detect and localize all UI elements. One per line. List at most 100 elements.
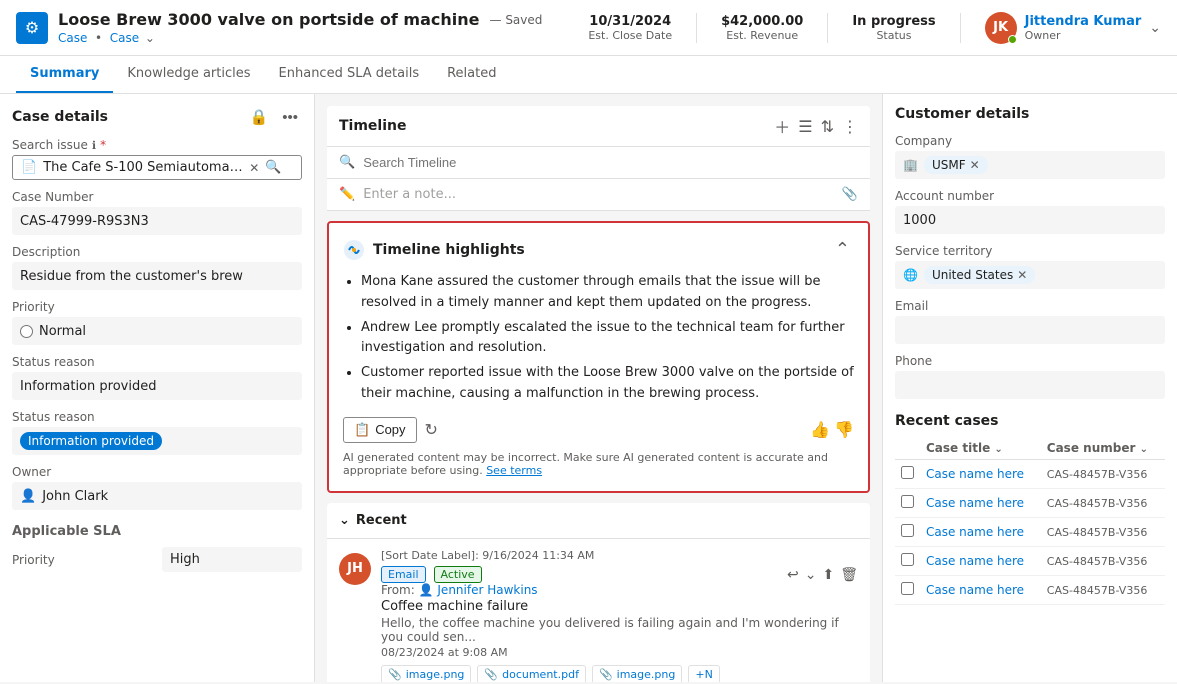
highlights-header: Timeline highlights ⌃ — [343, 237, 854, 262]
attachment-1[interactable]: 📎 image.png — [381, 665, 471, 682]
panel-actions: 🔒 ••• — [246, 106, 302, 128]
service-territory-label: Service territory — [895, 244, 1165, 258]
footer-left-actions: 📋 Copy ↻ — [343, 417, 438, 443]
status-reason-label: Status reason — [12, 355, 302, 369]
breadcrumb-case2[interactable]: Case — [110, 31, 139, 45]
copy-button[interactable]: 📋 Copy — [343, 417, 417, 443]
reply-chevron-button[interactable]: ⌄ — [805, 566, 817, 583]
attachment-3[interactable]: 📎 image.png — [592, 665, 682, 682]
tab-related[interactable]: Related — [433, 56, 510, 93]
reply-icon-button[interactable]: ↩ — [787, 566, 799, 583]
breadcrumb-chevron[interactable]: ⌄ — [145, 31, 155, 45]
cases-number-col: Case number ⌄ — [1041, 437, 1165, 460]
nav-tabs: Summary Knowledge articles Enhanced SLA … — [0, 56, 1177, 94]
priority-field: Priority Normal — [12, 300, 302, 345]
description-value: Residue from the customer's brew — [12, 262, 302, 290]
case-name-link[interactable]: Case name here — [926, 525, 1024, 539]
case-number-cell: CAS-48457B-V356 — [1047, 526, 1148, 539]
revenue-label: Est. Revenue — [721, 29, 803, 42]
share-icon-button[interactable]: ⬆ — [822, 566, 834, 583]
description-label: Description — [12, 245, 302, 259]
highlights-item: Customer reported issue with the Loose B… — [361, 363, 854, 405]
note-bar[interactable]: ✏️ Enter a note... 📎 — [327, 179, 870, 211]
attachment-more[interactable]: +N — [688, 665, 719, 682]
case-name-link[interactable]: Case name here — [926, 467, 1024, 481]
priority-radio-normal[interactable]: Normal — [20, 324, 86, 339]
company-field: Company 🏢 USMF ✕ — [895, 134, 1165, 179]
copy-icon: 📋 — [354, 422, 370, 438]
cases-title-col: Case title ⌄ — [920, 437, 1041, 460]
case-checkbox[interactable] — [901, 524, 914, 537]
add-icon[interactable]: ＋ — [774, 114, 790, 138]
tab-enhanced-sla[interactable]: Enhanced SLA details — [265, 56, 434, 93]
case-title-sort-icon[interactable]: ⌄ — [994, 444, 1002, 455]
sort-icon[interactable]: ⇅ — [821, 117, 834, 136]
attachment-2[interactable]: 📎 document.pdf — [477, 665, 586, 682]
case-checkbox[interactable] — [901, 553, 914, 566]
case-name-link[interactable]: Case name here — [926, 554, 1024, 568]
note-bar-left: ✏️ Enter a note... — [339, 187, 456, 202]
see-terms-link[interactable]: See terms — [486, 464, 542, 477]
search-issue-input[interactable]: 📄 The Cafe S-100 Semiautomatic has air b… — [12, 155, 302, 180]
search-magnify-icon[interactable]: 🔍 — [265, 160, 281, 175]
tab-summary[interactable]: Summary — [16, 56, 113, 93]
case-name-link[interactable]: Case name here — [926, 496, 1024, 510]
owner-avatar: JK — [985, 12, 1017, 44]
company-remove-icon[interactable]: ✕ — [970, 158, 980, 172]
status-reason-badge-field: Status reason Information provided — [12, 410, 302, 455]
refresh-button[interactable]: ↻ — [425, 420, 438, 440]
case-number-cell: CAS-48457B-V356 — [1047, 584, 1148, 597]
case-checkbox[interactable] — [901, 582, 914, 595]
filter-icon[interactable]: ☰ — [798, 117, 812, 136]
breadcrumb-case1[interactable]: Case — [58, 31, 87, 45]
search-timeline-input[interactable] — [363, 155, 858, 170]
pencil-icon: ✏️ — [339, 187, 355, 202]
timeline-container: Timeline ＋ ☰ ⇅ ⋮ 🔍 ✏️ Enter a note... 📎 — [327, 106, 870, 211]
customer-details-title: Customer details — [895, 106, 1165, 122]
delete-icon-button[interactable]: 🗑 — [840, 566, 858, 583]
recent-email-item: JH [Sort Date Label]: 9/16/2024 11:34 AM… — [327, 539, 870, 682]
case-name-link[interactable]: Case name here — [926, 583, 1024, 597]
case-number-value: CAS-47999-R9S3N3 — [12, 207, 302, 235]
more-options-button[interactable]: ••• — [278, 106, 302, 128]
highlights-collapse-button[interactable]: ⌃ — [831, 237, 854, 262]
case-title: Loose Brew 3000 valve on portside of mac… — [58, 10, 480, 29]
table-row: Case name here CAS-48457B-V356 — [895, 489, 1165, 518]
territory-remove-icon[interactable]: ✕ — [1017, 268, 1027, 282]
ai-disclaimer: AI generated content may be incorrect. M… — [343, 451, 854, 477]
service-territory-value: 🌐 United States ✕ — [895, 261, 1165, 289]
top-header: ⚙ Loose Brew 3000 valve on portside of m… — [0, 0, 1177, 56]
more-icon[interactable]: ⋮ — [842, 117, 858, 136]
case-number-cell: CAS-48457B-V356 — [1047, 555, 1148, 568]
tab-knowledge-articles[interactable]: Knowledge articles — [113, 56, 264, 93]
case-number-sort-icon[interactable]: ⌄ — [1140, 444, 1148, 455]
thumbs-down-button[interactable]: 👎 — [834, 420, 854, 440]
priority-value: Normal — [12, 317, 302, 345]
case-checkbox[interactable] — [901, 495, 914, 508]
status-value: In progress — [852, 14, 935, 29]
lock-icon-button[interactable]: 🔒 — [246, 106, 273, 128]
attachment-icon[interactable]: 📎 — [842, 187, 858, 202]
email-subject: Coffee machine failure — [381, 599, 858, 614]
info-icon: ℹ — [92, 139, 96, 152]
search-issue-field: Search issue ℹ * 📄 The Cafe S-100 Semiau… — [12, 138, 302, 180]
clear-search-icon[interactable]: ✕ — [249, 161, 259, 175]
saved-label: — Saved — [490, 13, 543, 27]
service-territory-field: Service territory 🌐 United States ✕ — [895, 244, 1165, 289]
email-attachments: 📎 image.png 📎 document.pdf 📎 image.png +… — [381, 665, 858, 682]
owner-chevron-icon[interactable]: ⌄ — [1149, 20, 1161, 36]
status-label: Status — [852, 29, 935, 42]
owner-section[interactable]: JK Jittendra Kumar Owner ⌄ — [985, 12, 1161, 44]
from-row: From: 👤 Jennifer Hawkins — [381, 583, 858, 597]
search-issue-value: The Cafe S-100 Semiautomatic has air bu — [43, 160, 243, 175]
case-checkbox[interactable] — [901, 466, 914, 479]
timeline-header: Timeline ＋ ☰ ⇅ ⋮ — [327, 106, 870, 147]
priority-radio-input[interactable] — [20, 325, 33, 338]
thumbs-up-button[interactable]: 👍 — [810, 420, 830, 440]
meta-divider-3 — [960, 13, 961, 43]
meta-divider-1 — [696, 13, 697, 43]
recent-header[interactable]: ⌄ Recent — [327, 503, 870, 539]
owner-field-value: 👤 John Clark — [12, 482, 302, 510]
close-date-value: 10/31/2024 — [588, 14, 672, 29]
case-number-cell: CAS-48457B-V356 — [1047, 497, 1148, 510]
